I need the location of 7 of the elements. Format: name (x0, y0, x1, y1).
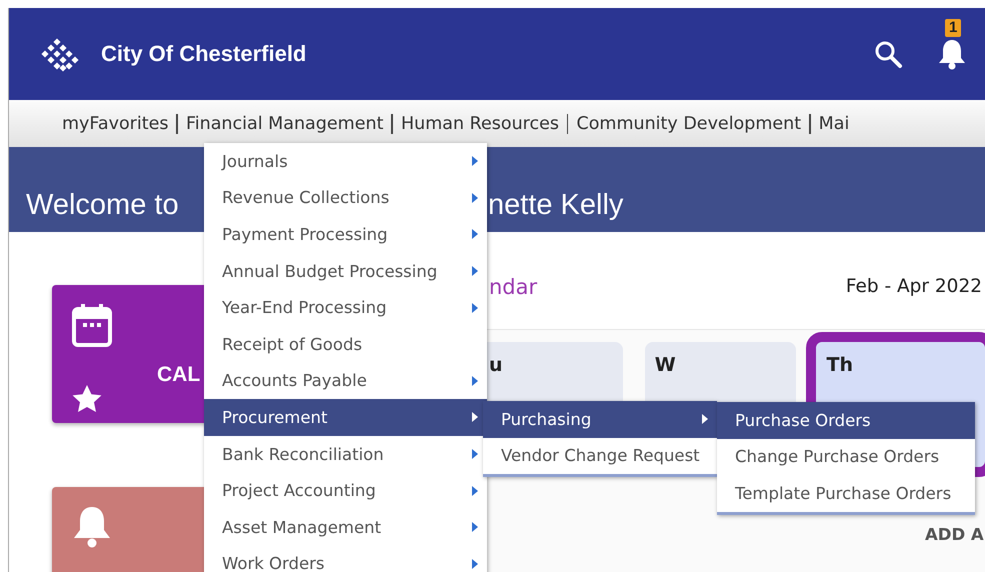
calendar-title: ndar (489, 274, 538, 298)
tile-label: CAL (157, 363, 200, 387)
welcome-text: Welcome to (26, 189, 179, 222)
app-title: City Of Chesterfield (101, 41, 308, 67)
date-range: Feb - Apr 2022 (846, 276, 982, 297)
welcome-name: nette Kelly (488, 189, 624, 222)
notification-badge: 1 (945, 19, 962, 37)
